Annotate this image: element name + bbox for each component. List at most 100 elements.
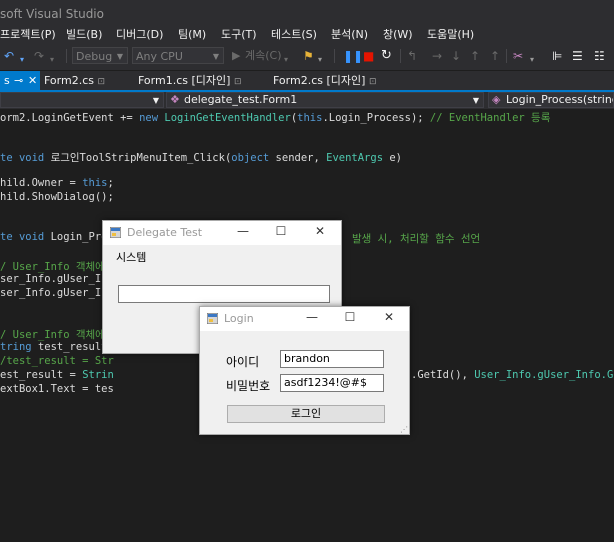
code-text: hild.Owner =: [0, 177, 83, 189]
continue-dropdown-icon[interactable]: ▾: [284, 52, 288, 68]
tab-label: Form2.cs: [44, 74, 94, 87]
password-label: 비밀번호: [226, 379, 271, 393]
restart-icon[interactable]: ↻: [381, 48, 392, 64]
code-line: hild.ShowDialog();: [0, 191, 114, 203]
app-icon: [207, 313, 218, 324]
align-icon[interactable]: ⊫: [552, 48, 562, 64]
play-icon[interactable]: ▶: [232, 48, 240, 64]
code-text: test_result: [37, 341, 108, 353]
delegate-window-titlebar[interactable]: Delegate Test — ☐ ✕: [103, 221, 341, 245]
code-text: est_result =: [0, 369, 83, 381]
redo-dropdown-icon[interactable]: ▾: [50, 52, 54, 68]
code-keyword: object: [231, 152, 276, 164]
window-title: soft Visual Studio: [0, 7, 104, 21]
minimize-icon[interactable]: —: [235, 224, 251, 238]
toolbar-separator: [66, 49, 67, 63]
maximize-icon[interactable]: ☐: [273, 224, 289, 238]
code-comment: / User_Info 객체에: [0, 329, 105, 341]
result-textbox[interactable]: [118, 285, 330, 303]
redo-icon[interactable]: ↷: [34, 48, 44, 64]
tab-active[interactable]: s ⊸ ✕: [0, 71, 40, 90]
close-icon[interactable]: ✕: [381, 310, 397, 324]
lock-icon: ⊡: [97, 77, 106, 87]
code-keyword: this: [297, 112, 323, 124]
navigation-bar: ▼ ❖ delegate_test.Form1 ▼ ◈ Login_Proces…: [0, 92, 614, 109]
stop-icon[interactable]: ■: [363, 48, 374, 64]
step-over-icon[interactable]: ↓: [451, 48, 461, 64]
document-tab-bar: s ⊸ ✕ Form2.cs ⊡ Form1.cs [디자인] ⊡ Form2.…: [0, 71, 614, 92]
close-icon[interactable]: ✕: [312, 224, 328, 238]
code-line: extBox1.Text = tes: [0, 383, 114, 395]
close-icon[interactable]: ✕: [28, 71, 37, 90]
code-line: orm2.LoginGetEvent += new LoginGetEventH…: [0, 110, 550, 125]
password-input[interactable]: asdf1234!@#$: [280, 374, 384, 392]
step-back-icon[interactable]: ↑: [490, 48, 500, 64]
configuration-select[interactable]: Debug ▼: [72, 47, 128, 64]
code-keyword: new: [139, 112, 165, 124]
toolbar-separator: [400, 49, 401, 63]
pause-icon[interactable]: ❚❚: [343, 48, 363, 64]
comment-icon[interactable]: ☷: [594, 48, 605, 64]
code-line: ser_Info.gUser_Inf: [0, 287, 114, 299]
attach-icon[interactable]: ⚑: [303, 48, 314, 64]
member-combo-value: Login_Process(string id,: [506, 93, 614, 106]
code-keyword: tring: [0, 341, 38, 353]
menu-window[interactable]: 창(W): [383, 26, 413, 42]
tab-form2-design[interactable]: Form2.cs [디자인] ⊡: [273, 71, 376, 90]
pin-icon[interactable]: ⊸: [14, 71, 23, 90]
member-combo[interactable]: ◈ Login_Process(string id,: [488, 92, 614, 108]
class-combo[interactable]: ❖ delegate_test.Form1 ▼: [166, 92, 484, 108]
menu-test[interactable]: 테스트(S): [271, 26, 317, 42]
menu-debug[interactable]: 디버그(D): [116, 26, 163, 42]
login-window-titlebar[interactable]: Login — ☐ ✕: [200, 307, 409, 331]
code-text: orm2.LoginGetEvent +=: [0, 112, 140, 124]
chevron-down-icon: ▼: [116, 52, 123, 61]
menu-item-system[interactable]: 시스템: [116, 249, 146, 265]
step-out-icon[interactable]: ↑: [470, 48, 480, 64]
tools-dropdown-icon[interactable]: ▾: [530, 52, 534, 68]
code-text: .GetId(),: [411, 369, 475, 381]
code-text: .Login_Process);: [322, 112, 430, 124]
undo-dropdown-icon[interactable]: ▾: [20, 52, 24, 68]
platform-select[interactable]: Any CPU ▼: [132, 47, 224, 64]
show-next-statement-icon[interactable]: ↰: [407, 48, 417, 64]
lock-icon: ⊡: [233, 77, 242, 87]
code-line: hild.Owner = this;: [0, 177, 114, 189]
id-input[interactable]: brandon: [280, 350, 384, 368]
tab-form1-design[interactable]: Form1.cs [디자인] ⊡: [138, 71, 241, 90]
toolbar: ↶ ▾ ↷ ▾ Debug ▼ Any CPU ▼ ▶ 계속(C) ▾ ⚑ ▾ ❚❚…: [0, 44, 614, 70]
step-into-icon[interactable]: →: [432, 48, 442, 64]
code-line: est_result = Strin: [0, 369, 114, 381]
chevron-down-icon: ▼: [212, 52, 219, 61]
code-comment: 발생 시, 처리할 함수 선언: [352, 233, 481, 245]
tab-label: Form2.cs [디자인]: [273, 74, 366, 87]
tools-icon[interactable]: ✂: [513, 48, 523, 64]
continue-button[interactable]: 계속(C): [245, 48, 282, 64]
menu-analyze[interactable]: 분석(N): [331, 26, 368, 42]
list-icon[interactable]: ☰: [572, 48, 583, 64]
minimize-icon[interactable]: —: [304, 310, 320, 324]
menu-project[interactable]: 프로젝트(P): [0, 26, 56, 42]
menu-tools[interactable]: 도구(T): [221, 26, 257, 42]
tab-indicator-icon: s: [4, 74, 10, 87]
login-window[interactable]: Login — ☐ ✕ 아이디 brandon 비밀번호 asdf1234!@#…: [199, 306, 410, 435]
menu-help[interactable]: 도움말(H): [427, 26, 474, 42]
menu-team[interactable]: 팀(M): [178, 26, 206, 42]
menu-build[interactable]: 빌드(B): [66, 26, 102, 42]
maximize-icon[interactable]: ☐: [342, 310, 358, 324]
code-comment: // EventHandler 등록: [429, 112, 551, 124]
toolbar-separator: [334, 49, 335, 63]
resize-grip-icon[interactable]: ⋰: [400, 425, 408, 434]
code-keyword: te void: [0, 152, 51, 164]
project-combo[interactable]: ▼: [0, 92, 164, 108]
login-button[interactable]: 로그인: [227, 405, 385, 423]
tab-form2-cs[interactable]: Form2.cs ⊡: [44, 71, 105, 90]
attach-dropdown-icon[interactable]: ▾: [318, 52, 322, 68]
code-text: sender,: [275, 152, 327, 164]
code-text: e): [389, 152, 402, 164]
title-bar: soft Visual Studio: [0, 0, 614, 26]
code-type: LoginGetEventHandler: [164, 112, 291, 124]
menu-bar: 프로젝트(P) 빌드(B) 디버그(D) 팀(M) 도구(T) 테스트(S) 분…: [0, 26, 614, 44]
window-title: Login: [224, 312, 254, 325]
undo-icon[interactable]: ↶: [4, 48, 14, 64]
